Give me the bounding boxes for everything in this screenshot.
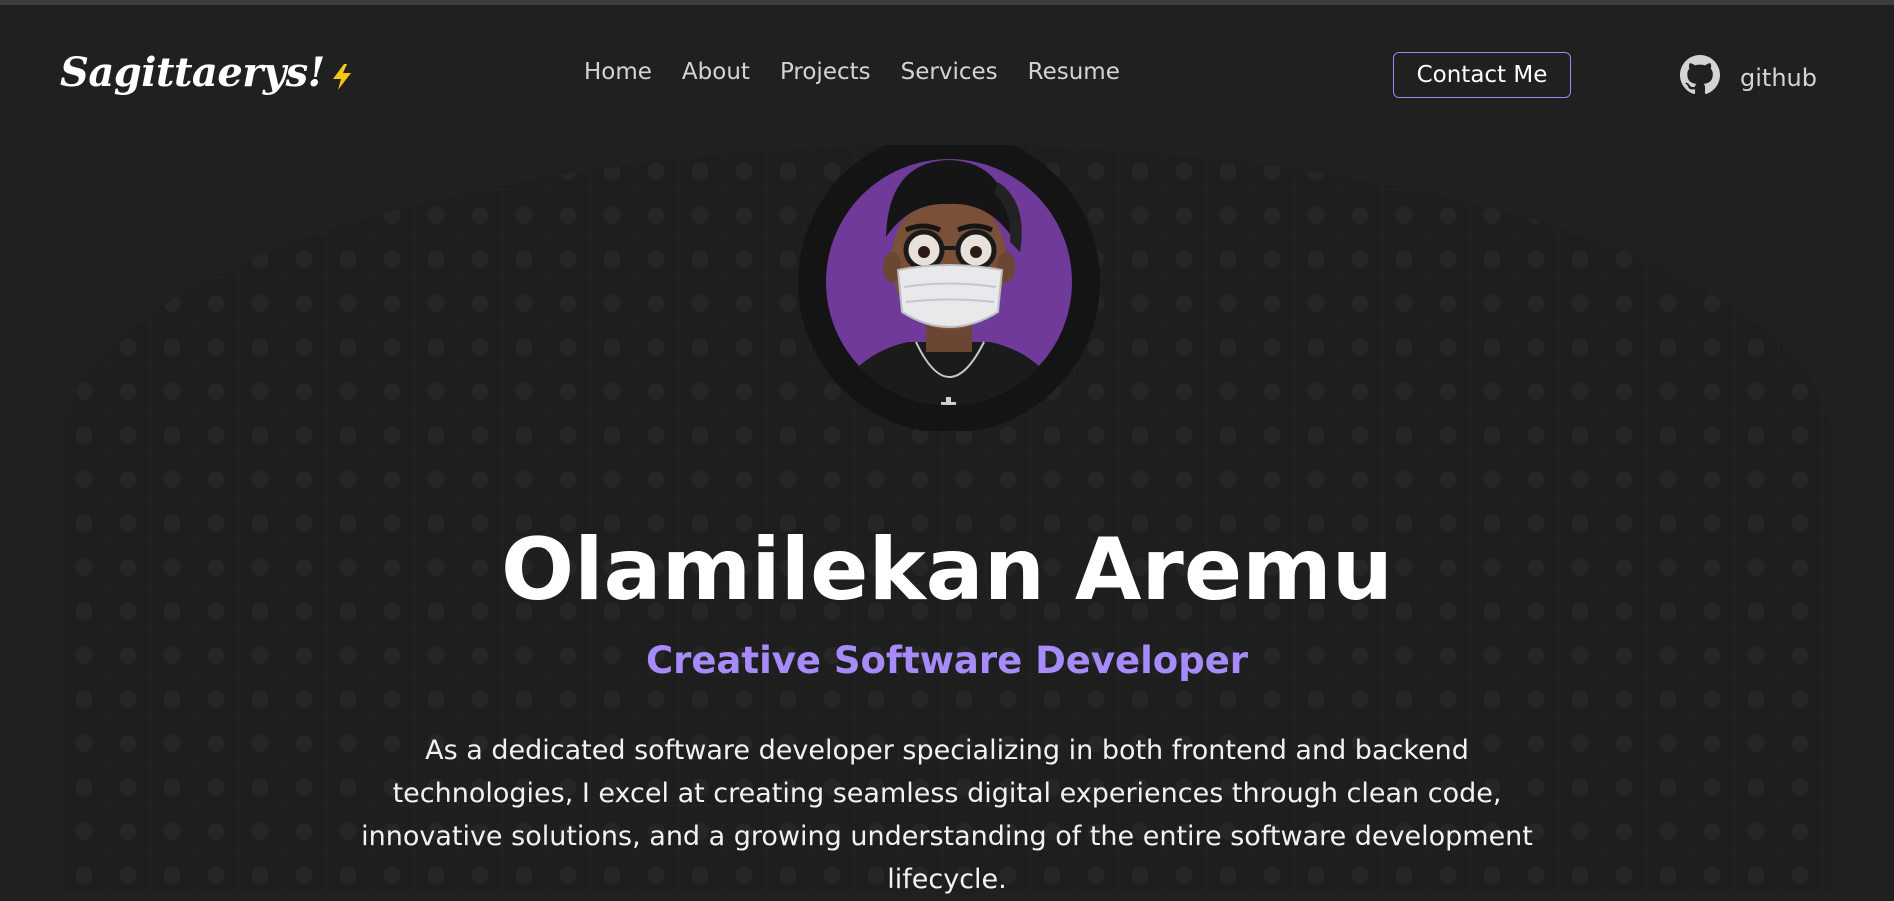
nav-item-projects[interactable]: Projects [780, 59, 871, 85]
github-icon [1680, 55, 1720, 100]
hero-name: Olamilekan Aremu [500, 519, 1394, 620]
nav-links: Home About Projects Services Resume [584, 59, 1150, 85]
contact-me-button[interactable]: Contact Me [1393, 52, 1571, 98]
hero-bio: As a dedicated software developer specia… [361, 735, 1533, 895]
navbar: Sagittaerys! Home About Projects Service… [0, 5, 1894, 145]
hero-role: Creative Software Developer [645, 638, 1249, 682]
nav-item-services[interactable]: Services [901, 59, 998, 85]
github-label: github [1740, 63, 1817, 92]
profile-avatar [798, 142, 1100, 431]
logo[interactable]: Sagittaerys! [60, 49, 353, 100]
nav-item-resume[interactable]: Resume [1028, 59, 1120, 85]
lightning-bolt-icon [331, 53, 353, 100]
github-link[interactable]: github [1680, 55, 1817, 100]
nav-item-about[interactable]: About [682, 59, 750, 85]
nav-item-home[interactable]: Home [584, 59, 652, 85]
logo-text: Sagittaerys! [60, 49, 325, 96]
